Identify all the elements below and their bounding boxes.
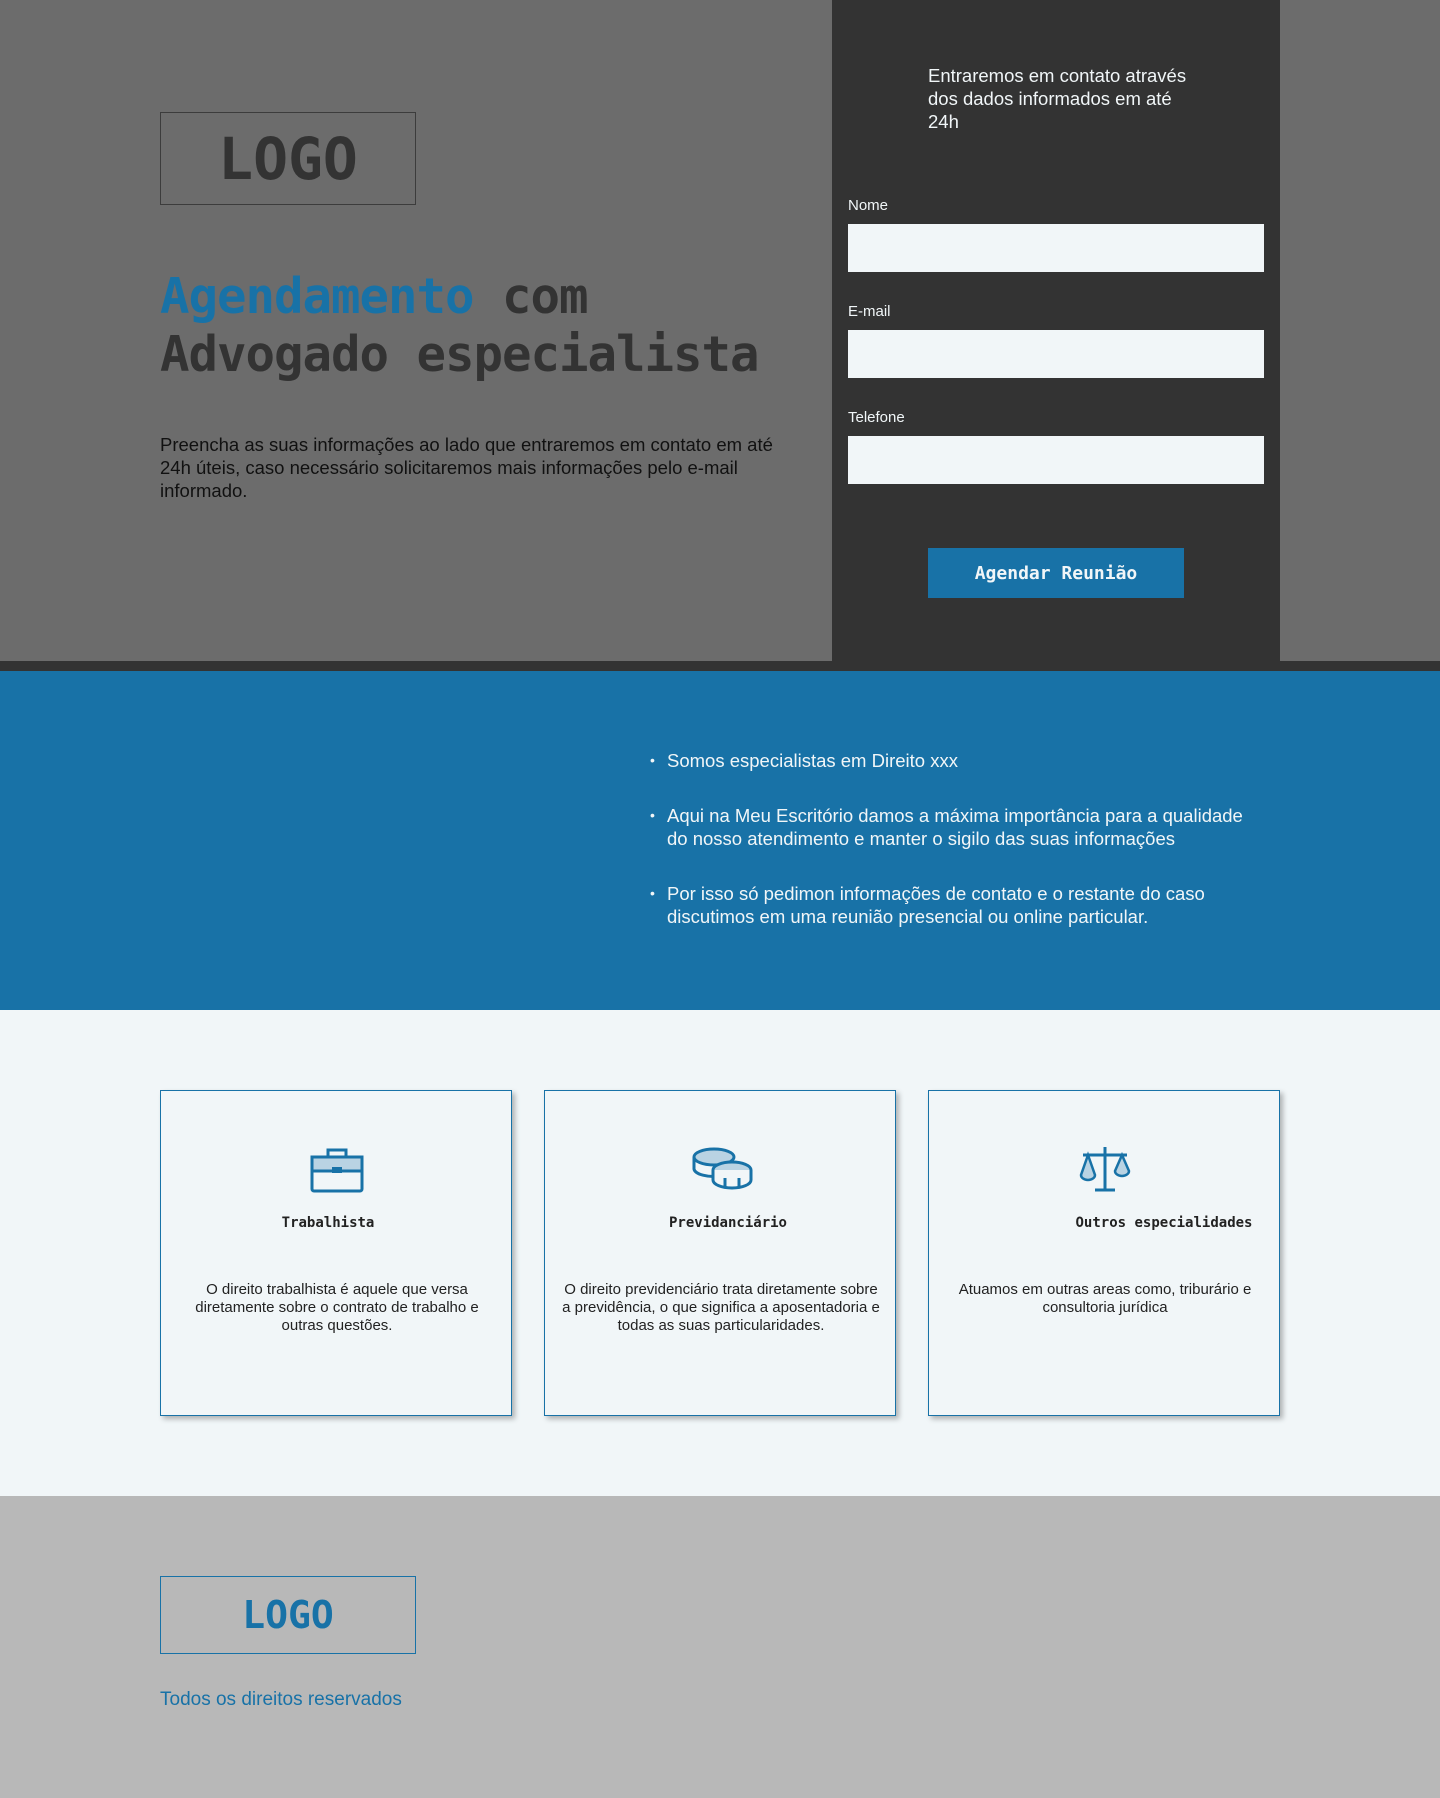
bullet-icon: • bbox=[650, 885, 655, 901]
logo-text: LOGO bbox=[218, 124, 358, 193]
form-intro: Entraremos em contato através dos dados … bbox=[928, 65, 1187, 132]
phone-label: Telefone bbox=[848, 409, 905, 426]
info-list: • Somos especialistas em Direito xxx • Aqu… bbox=[648, 749, 1268, 960]
email-label: E-mail bbox=[848, 303, 891, 320]
phone-field[interactable] bbox=[848, 436, 1264, 484]
info-text: Por isso só pedimon informações de conta… bbox=[667, 883, 1205, 927]
briefcase-icon bbox=[310, 1148, 364, 1193]
card-title: Outros especialidades bbox=[1075, 1215, 1253, 1231]
card-title: Previdanciário bbox=[668, 1215, 787, 1231]
list-item: • Somos especialistas em Direito xxx bbox=[648, 749, 1268, 772]
hero-description: Preencha as suas informações ao lado que… bbox=[160, 434, 773, 501]
footer-logo[interactable]: LOGO bbox=[160, 1576, 416, 1654]
name-field[interactable] bbox=[848, 224, 1264, 272]
card-description: O direito trabalhista é aquele que versa… bbox=[195, 1281, 479, 1334]
info-text: Aqui na Meu Escritório damos a máxima im… bbox=[667, 805, 1243, 849]
footer-logo-text: LOGO bbox=[242, 1593, 334, 1637]
coins-icon bbox=[692, 1147, 753, 1190]
headline-accent: Agendamento bbox=[160, 268, 475, 325]
card-description: Atuamos em outras areas como, triburário… bbox=[958, 1281, 1252, 1316]
list-item: • Aqui na Meu Escritório damos a máxima i… bbox=[648, 804, 1268, 850]
scales-icon bbox=[1079, 1147, 1131, 1192]
card-description: O direito previdenciário trata diretamen… bbox=[562, 1281, 880, 1334]
page-title: Agendamento com Advogado especialista bbox=[160, 268, 800, 384]
info-section: • Somos especialistas em Direito xxx • Aqu… bbox=[0, 671, 1440, 1010]
service-card-outros[interactable]: Outros especialidades Atuamos em outras … bbox=[928, 1090, 1280, 1416]
email-field[interactable] bbox=[848, 330, 1264, 378]
bullet-icon: • bbox=[650, 752, 655, 768]
schedule-meeting-button[interactable]: Agendar Reunião bbox=[928, 548, 1184, 598]
name-label: Nome bbox=[848, 197, 889, 214]
footer: LOGO Todos os direitos reservados bbox=[0, 1496, 1440, 1798]
service-card-previdenciario[interactable]: Previdanciário O direito previdenciário … bbox=[544, 1090, 896, 1416]
copyright-text: Todos os direitos reservados bbox=[160, 1689, 402, 1710]
services-section: Trabalhista O direito trabalhista é aque… bbox=[0, 1010, 1440, 1496]
service-card-trabalhista[interactable]: Trabalhista O direito trabalhista é aque… bbox=[160, 1090, 512, 1416]
hero-section: LOGO Agendamento com Advogado especialis… bbox=[0, 0, 1440, 671]
card-title: Trabalhista bbox=[281, 1215, 375, 1231]
section-divider bbox=[0, 661, 1440, 671]
info-text: Somos especialistas em Direito xxx bbox=[667, 750, 958, 771]
contact-form: Entraremos em contato através dos dados … bbox=[832, 0, 1280, 661]
bullet-icon: • bbox=[650, 807, 655, 823]
list-item: • Por isso só pedimon informações de cont… bbox=[648, 882, 1268, 928]
header-logo[interactable]: LOGO bbox=[160, 112, 416, 205]
